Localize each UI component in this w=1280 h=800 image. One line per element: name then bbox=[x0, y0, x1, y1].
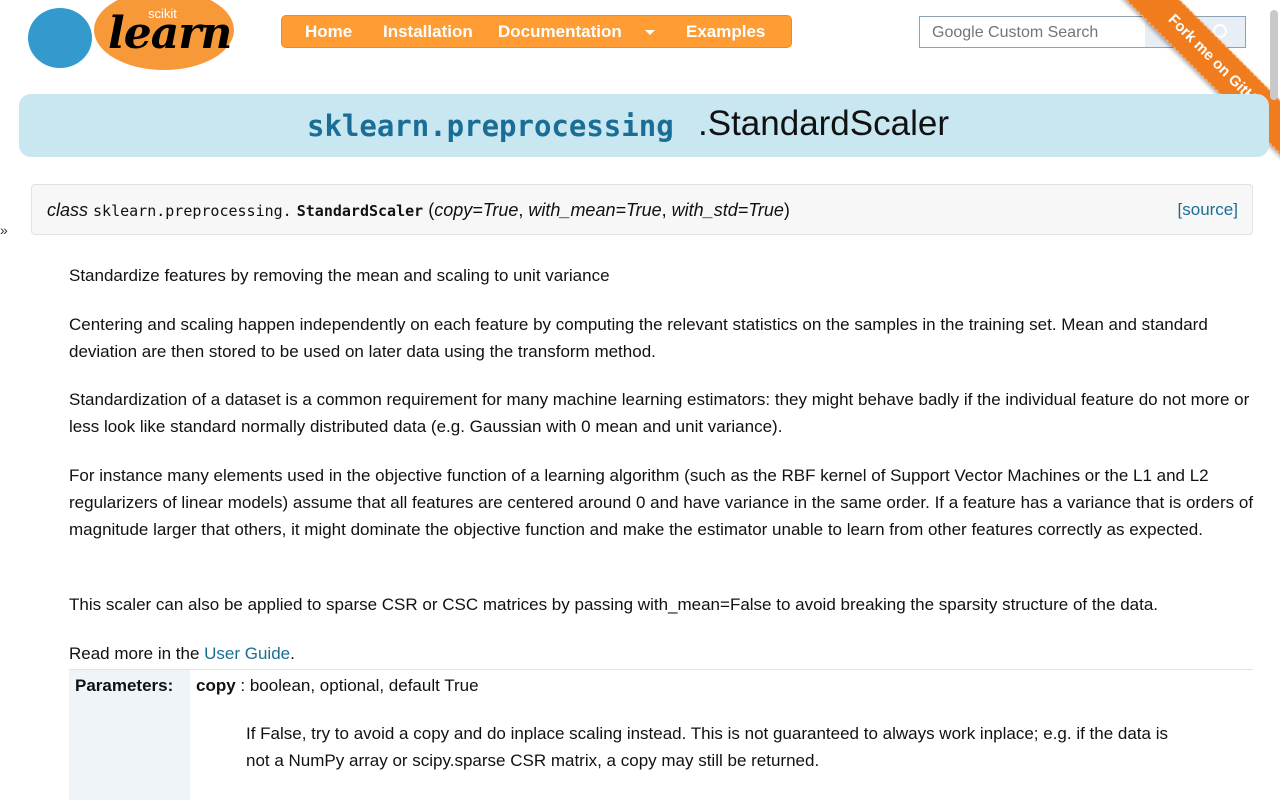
search-input[interactable] bbox=[920, 17, 1154, 49]
source-link[interactable]: [source] bbox=[1178, 200, 1238, 220]
signature-module: sklearn.preprocessing. bbox=[93, 202, 292, 220]
read-more-prefix: Read more in the bbox=[69, 644, 205, 663]
read-more-line: Read more in the User Guide. bbox=[69, 640, 1259, 667]
user-guide-link[interactable]: User Guide bbox=[204, 644, 290, 663]
signature-param: copy=True bbox=[434, 200, 519, 220]
parameters-label: Parameters: bbox=[75, 676, 174, 695]
main-navbar: Home Installation Documentation Examples bbox=[281, 15, 792, 48]
description-paragraph: Centering and scaling happen independent… bbox=[69, 315, 1208, 361]
parameter-name: copy bbox=[196, 676, 236, 695]
nav-documentation[interactable]: Documentation bbox=[498, 22, 622, 42]
signature-close-paren: ) bbox=[783, 200, 790, 220]
description-paragraph: This scaler can also be applied to spars… bbox=[69, 595, 1159, 614]
scikit-learn-logo[interactable]: scikit learn bbox=[24, 0, 234, 72]
signature-name: StandardScaler bbox=[296, 202, 424, 220]
read-more-suffix: . bbox=[290, 644, 295, 663]
signature-text: class sklearn.preprocessing. StandardSca… bbox=[47, 200, 790, 220]
chevron-down-icon[interactable] bbox=[645, 30, 655, 35]
nav-installation[interactable]: Installation bbox=[383, 22, 473, 42]
description-paragraph: Standardization of a dataset is a common… bbox=[69, 390, 1250, 436]
parameter-type: : boolean, optional, default True bbox=[235, 676, 479, 695]
signature-param: with_mean=True bbox=[528, 200, 662, 220]
description-paragraph: Standardize features by removing the mea… bbox=[69, 266, 610, 285]
nav-home[interactable]: Home bbox=[305, 22, 352, 42]
class-signature: class sklearn.preprocessing. StandardSca… bbox=[31, 184, 1253, 235]
sidebar-toggle[interactable]: » bbox=[0, 222, 8, 238]
signature-keyword: class bbox=[47, 200, 89, 220]
description-paragraph: For instance many elements used in the o… bbox=[69, 466, 1254, 539]
scrollbar-thumb[interactable] bbox=[1270, 10, 1278, 100]
parameter-copy-header: copy : boolean, optional, default True bbox=[196, 676, 479, 696]
parameter-description: If False, try to avoid a copy and do inp… bbox=[246, 724, 1168, 770]
signature-param: with_std=True bbox=[671, 200, 784, 220]
page-title-class: .StandardScaler bbox=[698, 104, 949, 143]
logo-learn-text: learn bbox=[108, 8, 232, 59]
logo-blue-shape bbox=[28, 8, 92, 68]
divider bbox=[69, 669, 1253, 670]
page-title-module: sklearn.preprocessing bbox=[307, 109, 674, 143]
nav-examples[interactable]: Examples bbox=[686, 22, 765, 42]
